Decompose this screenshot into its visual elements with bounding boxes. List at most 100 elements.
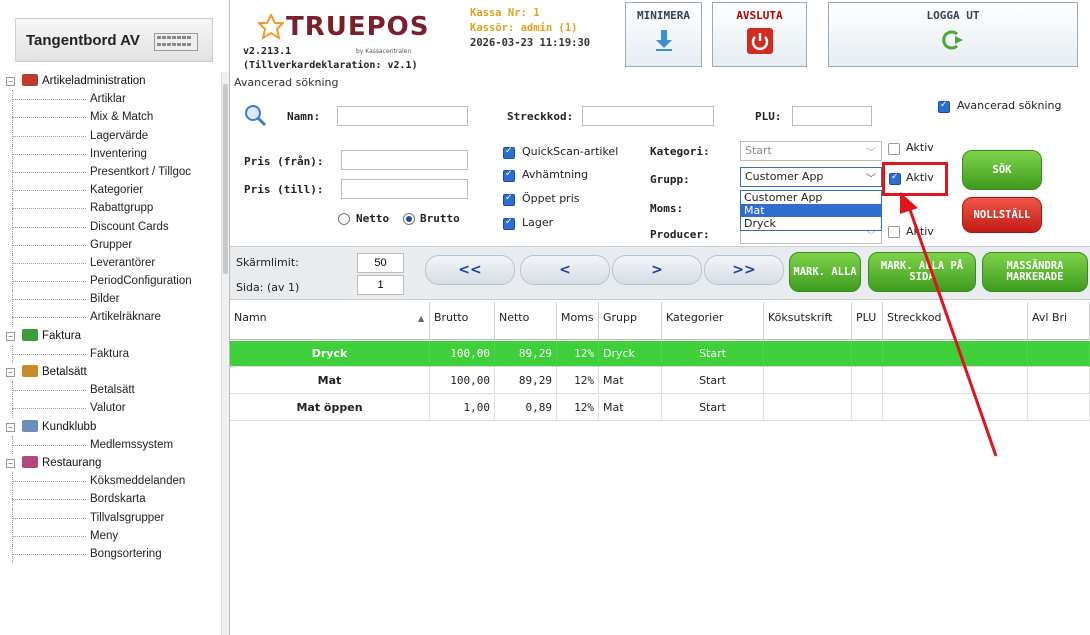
quickscan-checkbox[interactable] [503,146,515,159]
tree-item[interactable]: Leverantörer [0,253,222,273]
stock-checkbox[interactable] [503,217,515,230]
screen-limit-input[interactable] [357,253,404,273]
price-from-label: Pris (från): [244,155,324,168]
table-cell: 100,00 [430,368,495,394]
group-dropdown-list: Customer App Mat Dryck [740,190,882,231]
tree-item[interactable]: Tillvalsgrupper [0,508,222,527]
name-input[interactable] [337,106,468,126]
plu-input[interactable] [792,106,872,126]
tree-item[interactable]: Rabattgrupp [0,199,222,218]
tree-item[interactable]: Köksmeddelanden [0,472,222,491]
producer-label: Producer: [650,228,710,241]
register-number: Kassa Nr: 1 [470,7,540,19]
column-header[interactable]: Netto [495,302,557,340]
open-price-checkbox[interactable] [503,193,515,206]
category-label: Kategori: [650,145,710,158]
price-from-input[interactable] [341,150,468,170]
sort-asc-icon: ▲ [418,314,425,323]
tree-item[interactable]: Grupper [0,235,222,255]
group-select[interactable]: Customer App ﹀ [740,167,882,187]
netto-radio[interactable] [338,213,350,225]
tree-item[interactable]: Meny [0,526,222,546]
tree-item[interactable]: Betalsätt [0,381,222,400]
exit-label: AVSLUTA [736,9,783,22]
keyboard-toggle[interactable]: Tangentbord AV [15,18,213,62]
tree-item[interactable]: PeriodConfiguration [0,272,222,291]
tree-scrollbar[interactable] [221,72,229,635]
tree-item[interactable]: Kategorier [0,181,222,200]
group-option[interactable]: Customer App [741,191,881,204]
collapse-icon[interactable]: − [6,422,15,432]
table-cell: 89,29 [495,368,557,394]
tree-item[interactable]: Discount Cards [0,217,222,236]
group-option[interactable]: Mat [741,204,881,217]
advanced-search-checkbox[interactable] [938,100,950,113]
column-header[interactable]: Köksutskrift [764,302,852,340]
column-header[interactable]: Avl Bri [1028,302,1090,340]
column-header[interactable]: Brutto [430,302,495,340]
tree-item[interactable]: Lagervärde [0,126,222,145]
tree-item[interactable]: Bordskarta [0,490,222,509]
barcode-input[interactable] [582,106,714,126]
search-button[interactable]: SÖK [962,150,1042,190]
table-cell [852,368,883,394]
truepos-logo: TRUEPOS [286,4,430,44]
column-header[interactable]: PLU [852,302,883,340]
collapse-icon[interactable]: − [6,331,15,341]
column-header[interactable]: Moms [557,302,599,340]
table-cell [852,395,883,421]
pickup-checkbox[interactable] [503,169,515,182]
register-info: Kassa Nr: 1 Kassör: admin (1) 2026-03-23… [470,6,590,51]
tree-item[interactable]: Medlemssystem [0,435,222,455]
brutto-radio[interactable] [403,213,415,225]
vat-label: Moms: [650,202,684,215]
tree-item[interactable]: Artikelräknare [0,308,222,327]
plu-label: PLU: [755,110,782,123]
last-page-button[interactable]: >> [704,255,784,285]
table-cell [1028,368,1090,394]
table-cell: 12% [557,341,599,367]
tree-scroll-thumb[interactable] [223,84,228,274]
page-input[interactable] [357,275,404,295]
column-header[interactable]: Kategorier [662,302,764,340]
group-option[interactable]: Dryck [741,217,881,230]
next-page-button[interactable]: > [612,255,702,285]
collapse-icon[interactable]: − [6,458,15,468]
tree-group-label: Betalsätt [42,366,87,378]
price-to-input[interactable] [341,179,468,199]
table-cell: 0,89 [495,395,557,421]
column-header[interactable]: Namn [230,302,430,340]
first-page-button[interactable]: << [425,255,515,285]
keyboard-label: Tangentbord AV [26,31,140,49]
tree-item[interactable]: Inventering [0,144,222,164]
minimize-button[interactable]: MINIMERA [625,2,702,67]
tree-item[interactable]: Bongsortering [0,544,222,564]
section-title: Avancerad sökning [234,76,339,89]
category-select[interactable]: Start ﹀ [740,141,882,161]
tree-group-artikeladministration[interactable]: − Artikeladministration [0,72,222,90]
category-active-checkbox[interactable] [888,143,900,155]
tree-item[interactable]: Presentkort / Tillgoc [0,162,222,182]
tree-item[interactable]: Valutor [0,399,222,418]
mark-all-button[interactable]: MARK. ALLA [789,252,861,292]
table-cell [764,395,852,421]
tree-group-faktura[interactable]: − Faktura [0,327,222,345]
tree-item[interactable]: Bilder [0,290,222,309]
tree-item[interactable]: Faktura [0,344,222,364]
folder-icon [22,419,38,432]
collapse-icon[interactable]: − [6,77,15,86]
tree-item[interactable]: Artiklar [0,90,222,109]
logout-button[interactable]: LOGGA UT [828,2,1078,67]
datetime: 2026-03-23 11:19:30 [470,37,591,49]
tree-item[interactable]: Mix & Match [0,108,222,127]
table-cell: Dryck [230,341,430,367]
column-header[interactable]: Grupp [599,302,662,340]
tree-group-betalsätt[interactable]: − Betalsätt [0,363,222,381]
tree-group-restaurang[interactable]: − Restaurang [0,454,222,472]
collapse-icon[interactable]: − [6,368,15,377]
page-label: Sida: (av 1) [236,281,300,294]
tree-group-kundklubb[interactable]: − Kundklubb [0,418,222,436]
prev-page-button[interactable]: < [520,255,610,285]
pickup-label: Avhämtning [522,168,589,181]
exit-button[interactable]: AVSLUTA [712,2,807,67]
